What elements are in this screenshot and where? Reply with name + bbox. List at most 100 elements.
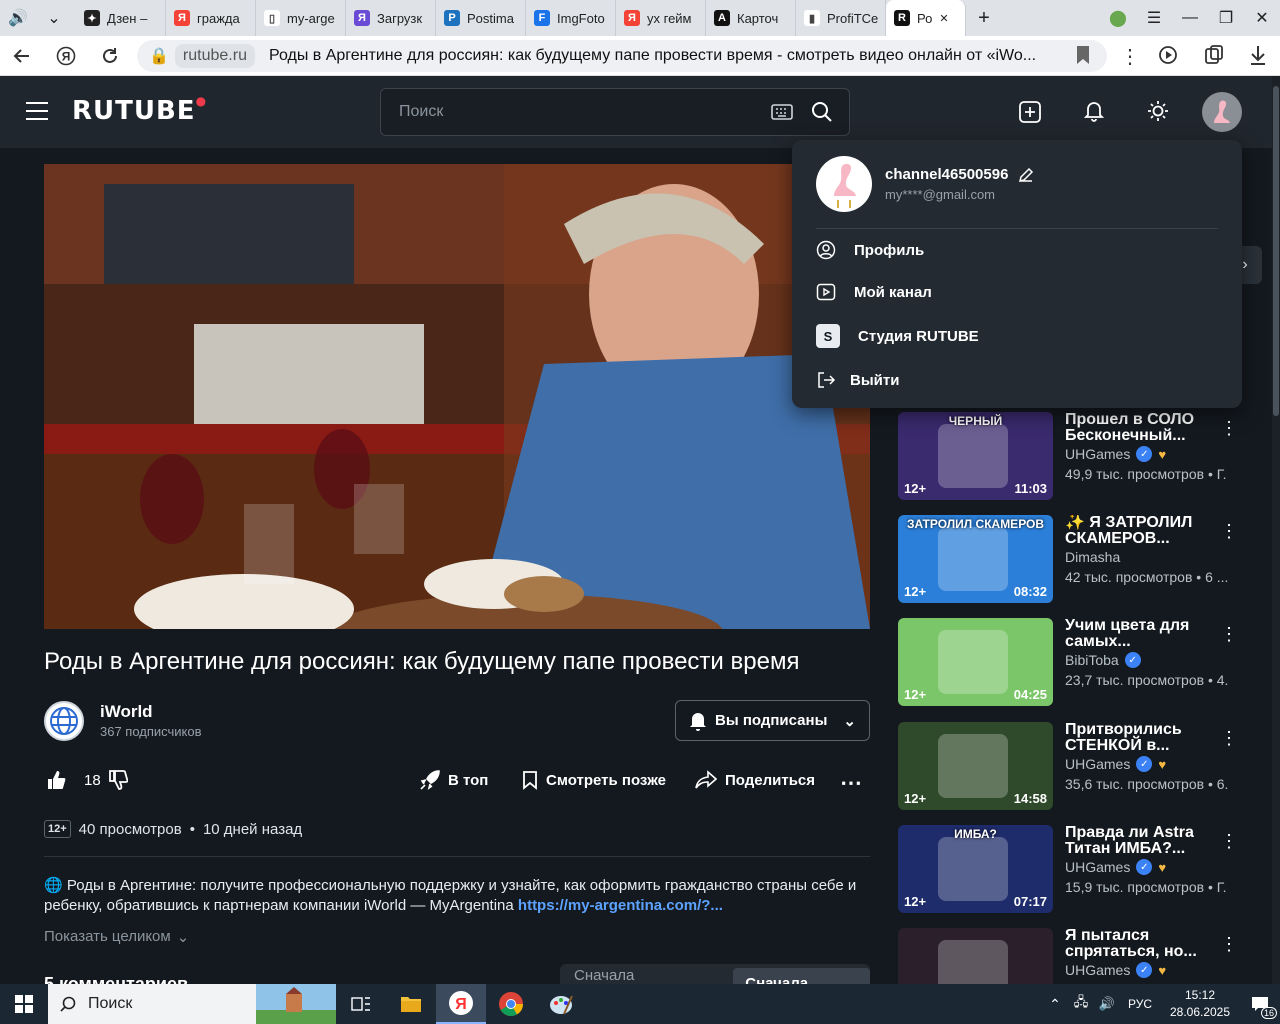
page-scrollbar[interactable]	[1272, 76, 1280, 984]
new-tab-button[interactable]: +	[966, 0, 1002, 36]
video-thumbnail[interactable]	[898, 928, 1053, 984]
description-link[interactable]: https://my-argentina.com/?...	[518, 897, 723, 914]
recommended-title[interactable]: Притворились СТЕНКОЙ в...	[1065, 722, 1215, 754]
yandex-browser-taskbar-icon[interactable]: Я	[436, 984, 486, 1024]
browser-tab[interactable]: ▮ ProfiTCe	[796, 0, 886, 36]
paint-taskbar-icon[interactable]	[536, 984, 586, 1024]
yandex-logo-icon[interactable]: Я	[44, 36, 88, 76]
video-options-icon[interactable]: ⋮	[1220, 934, 1238, 955]
recommended-channel[interactable]: UHGames ✓ ♥	[1065, 446, 1166, 462]
like-button[interactable]: 18	[46, 770, 101, 790]
video-thumbnail[interactable]: ЗАТРОЛИЛ СКАМЕРОВ 12+ 08:32	[898, 515, 1053, 603]
recommended-video[interactable]: ЧЕРНЫЙ 12+ 11:03 Прошел в СОЛО Бесконечный.…	[898, 412, 1248, 500]
sort-new-button[interactable]: Сначала новые	[733, 968, 870, 984]
recommended-channel[interactable]: UHGames ✓ ♥	[1065, 756, 1166, 772]
menu-item-profile[interactable]: Профиль	[816, 240, 924, 260]
taskbar-clock[interactable]: 15:12 28.06.2025	[1160, 987, 1240, 1021]
recommended-title[interactable]: Учим цвета для самых...	[1065, 618, 1215, 650]
video-options-icon[interactable]: ⋮	[1220, 521, 1238, 542]
language-indicator[interactable]: РУС	[1120, 997, 1160, 1011]
volume-icon[interactable]: 🔊	[1094, 996, 1120, 1012]
recommended-channel[interactable]: Dimasha	[1065, 549, 1120, 565]
edit-pencil-icon[interactable]	[1018, 167, 1034, 183]
windows-start-icon[interactable]	[0, 984, 48, 1024]
download-icon[interactable]	[1248, 44, 1268, 66]
browser-tab[interactable]: P Postima	[436, 0, 526, 36]
video-options-icon[interactable]: ⋮	[1220, 831, 1238, 852]
extension-icon[interactable]: ⬤	[1100, 0, 1136, 36]
video-mode-icon[interactable]	[1158, 44, 1180, 66]
notifications-bell-icon[interactable]	[1084, 100, 1104, 122]
close-window-button[interactable]: ✕	[1244, 0, 1280, 36]
watch-later-button[interactable]: Смотреть позже	[522, 770, 666, 790]
menu-item-logout[interactable]: Выйти	[816, 370, 899, 390]
browser-tab[interactable]: ✦ Дзен –	[76, 0, 166, 36]
rutube-logo[interactable]: RUTUBE●	[72, 94, 207, 126]
browser-tab[interactable]: R Ро ✕	[886, 0, 966, 36]
recommended-video[interactable]: Я пытался спрятаться, но... UHGames ✓ ♥ ⋮	[898, 928, 1248, 984]
video-options-icon[interactable]: ⋮	[1220, 624, 1238, 645]
browser-tab[interactable]: A Карточ	[706, 0, 796, 36]
dislike-button[interactable]	[108, 770, 128, 790]
channel-name[interactable]: iWorld	[100, 702, 153, 722]
network-icon[interactable]: 🖧	[1068, 993, 1094, 1015]
task-view-icon[interactable]	[336, 984, 386, 1024]
video-thumbnail[interactable]: ЧЕРНЫЙ 12+ 11:03	[898, 412, 1053, 500]
back-button[interactable]	[0, 36, 44, 76]
tab-list-chevron-icon[interactable]: ⌄	[36, 0, 72, 36]
share-button[interactable]: Поделиться	[695, 770, 815, 790]
channel-avatar[interactable]	[44, 701, 84, 741]
browser-tab[interactable]: F ImgFoto	[526, 0, 616, 36]
video-thumbnail[interactable]: 12+ 14:58	[898, 722, 1053, 810]
upload-icon[interactable]	[1019, 101, 1041, 123]
browser-tab[interactable]: Я Загрузк	[346, 0, 436, 36]
recommended-video[interactable]: 12+ 04:25 Учим цвета для самых... BibiToba ✓…	[898, 618, 1248, 706]
recommended-title[interactable]: Правда ли Astra Титан ИМБА?...	[1065, 825, 1215, 857]
search-input[interactable]: Поиск	[380, 88, 850, 136]
taskbar-search[interactable]: Поиск	[48, 984, 336, 1024]
video-options-icon[interactable]: ⋮	[1220, 728, 1238, 749]
recommended-channel[interactable]: UHGames ✓ ♥	[1065, 859, 1166, 875]
top-button[interactable]: В топ	[420, 770, 488, 790]
chrome-taskbar-icon[interactable]	[486, 984, 536, 1024]
video-thumbnail[interactable]: ИМБА? 12+ 07:17	[898, 825, 1053, 913]
recommended-video[interactable]: ЗАТРОЛИЛ СКАМЕРОВ 12+ 08:32 ✨ Я ЗАТРОЛИЛ СК…	[898, 515, 1248, 603]
sort-popular-button[interactable]: Сначала популярные	[560, 967, 733, 984]
browser-menu-icon[interactable]: ☰	[1136, 0, 1172, 36]
file-explorer-icon[interactable]	[386, 984, 436, 1024]
collections-icon[interactable]	[1203, 44, 1225, 66]
url-field[interactable]: 🔒 rutube.ru Роды в Аргентине для россиян…	[137, 40, 1107, 72]
notification-center-icon[interactable]: 16	[1240, 984, 1280, 1024]
minimize-button[interactable]: —	[1172, 0, 1208, 36]
bookmark-icon[interactable]	[1074, 44, 1092, 66]
show-more-button[interactable]: Показать целиком ⌄	[44, 928, 189, 946]
recommended-video[interactable]: 12+ 14:58 Притворились СТЕНКОЙ в... UHGames…	[898, 722, 1248, 810]
search-icon[interactable]	[811, 101, 833, 123]
video-options-icon[interactable]: ⋮	[1220, 418, 1238, 439]
hamburger-menu-icon[interactable]	[26, 102, 48, 120]
recommended-title[interactable]: ✨ Я ЗАТРОЛИЛ СКАМЕРОВ...	[1065, 515, 1215, 547]
more-actions-icon[interactable]: ⋯	[840, 770, 862, 796]
menu-item-studio[interactable]: S Студия RUTUBE	[816, 324, 979, 348]
menu-item-my-channel[interactable]: Мой канал	[816, 282, 932, 302]
scrollbar-thumb[interactable]	[1273, 86, 1279, 416]
video-player[interactable]	[44, 164, 870, 629]
browser-tab[interactable]: Яух гейм	[616, 0, 706, 36]
reload-button[interactable]	[88, 36, 132, 76]
recommended-channel[interactable]: UHGames ✓ ♥	[1065, 962, 1166, 978]
subscribed-button[interactable]: Вы подписаны ⌄	[675, 700, 870, 741]
recommended-video[interactable]: ИМБА? 12+ 07:17 Правда ли Astra Титан ИМБА?…	[898, 825, 1248, 913]
tray-chevron-up-icon[interactable]: ⌃	[1042, 996, 1068, 1013]
recommended-title[interactable]: Я пытался спрятаться, но...	[1065, 928, 1215, 960]
tab-audio-icon[interactable]: 🔊	[0, 0, 36, 36]
tab-close-icon[interactable]: ✕	[939, 12, 948, 25]
maximize-button[interactable]: ❐	[1208, 0, 1244, 36]
theme-sun-icon[interactable]	[1147, 100, 1169, 122]
browser-tab[interactable]: Ягражда	[166, 0, 256, 36]
user-avatar[interactable]	[1202, 92, 1242, 132]
keyboard-icon[interactable]	[771, 103, 793, 121]
recommended-channel[interactable]: BibiToba ✓	[1065, 652, 1141, 668]
browser-tab[interactable]: ▯ my-arge	[256, 0, 346, 36]
more-options-icon[interactable]: ⋮	[1120, 44, 1140, 69]
recommended-title[interactable]: Прошел в СОЛО Бесконечный...	[1065, 412, 1215, 444]
